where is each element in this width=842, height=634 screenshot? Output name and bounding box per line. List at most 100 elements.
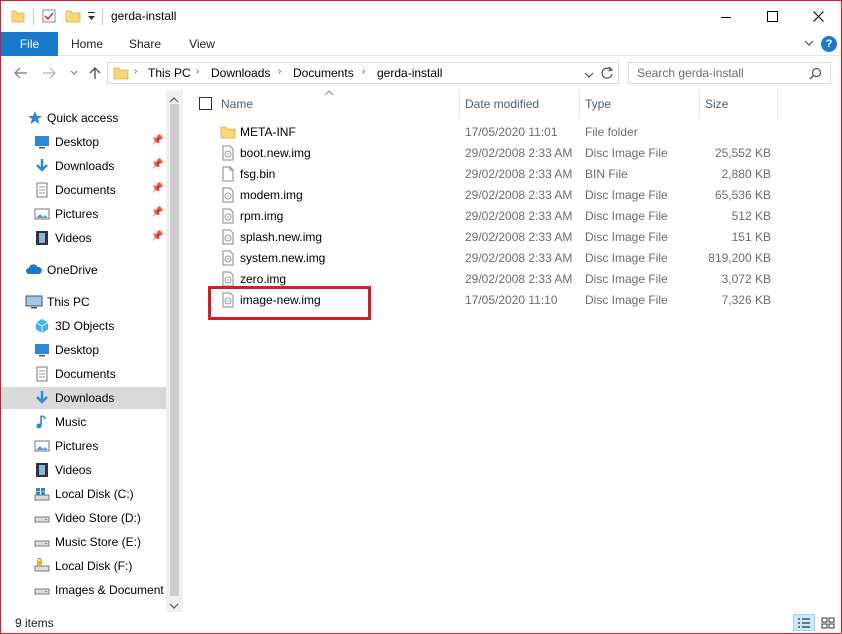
tab-share[interactable]: Share — [122, 32, 168, 56]
nav-pc-music-store-e[interactable]: Music Store (E:) — [1, 531, 166, 553]
nav-pc-music[interactable]: Music — [1, 411, 166, 433]
documents-icon — [34, 366, 50, 382]
address-bar[interactable]: › This PC › Downloads › Documents › gerd… — [107, 62, 619, 84]
desktop-icon — [34, 342, 50, 358]
maximize-button[interactable] — [749, 1, 795, 32]
help-button[interactable]: ? — [821, 36, 837, 52]
nav-quick-documents[interactable]: Documents 📌 — [1, 179, 166, 201]
nav-label: Local Disk (F:) — [55, 559, 133, 573]
nav-pc-video-store-d[interactable]: Video Store (D:) — [1, 507, 166, 529]
nav-pc-documents[interactable]: Documents — [1, 363, 166, 385]
breadcrumb-documents[interactable]: Documents — [293, 66, 354, 80]
nav-scrollbar-thumb[interactable] — [170, 104, 179, 596]
file-date: 17/05/2020 11:10 — [465, 293, 558, 307]
nav-pc-downloads[interactable]: Downloads — [1, 387, 166, 409]
pin-icon[interactable]: 📌 — [151, 159, 163, 170]
music-icon — [34, 414, 50, 430]
nav-label: Music Store (E:) — [55, 535, 142, 549]
customize-toolbar-icon[interactable] — [87, 10, 96, 25]
breadcrumb-separator-icon[interactable]: › — [278, 66, 281, 77]
item-count: 9 items — [15, 616, 54, 630]
breadcrumb-separator-icon[interactable]: › — [134, 66, 137, 77]
nav-quick-videos[interactable]: Videos 📌 — [1, 227, 166, 249]
close-button[interactable] — [795, 1, 841, 32]
search-input[interactable]: Search gerda-install — [628, 62, 831, 84]
tab-file[interactable]: File — [1, 32, 58, 56]
nav-pc-desktop[interactable]: Desktop — [1, 339, 166, 361]
column-header-size[interactable]: Size — [700, 90, 776, 118]
large-icons-view-button[interactable] — [817, 614, 839, 631]
nav-pc-pictures[interactable]: Pictures — [1, 435, 166, 457]
address-dropdown-icon[interactable] — [584, 68, 594, 82]
scroll-up-icon[interactable] — [169, 93, 179, 107]
desktop-icon — [34, 134, 50, 150]
videos-icon — [34, 230, 50, 246]
nav-pc-images-documents[interactable]: Images & Document — [1, 579, 166, 601]
up-button[interactable] — [86, 64, 104, 82]
file-date: 29/02/2008 2:33 AM — [465, 251, 573, 265]
nav-label: Desktop — [55, 343, 100, 357]
tab-view[interactable]: View — [179, 32, 225, 56]
tab-home[interactable]: Home — [64, 32, 110, 56]
folder-icon — [11, 8, 25, 27]
nav-pc-videos[interactable]: Videos — [1, 459, 166, 481]
navigation-pane: Quick access Desktop 📌 Downloads 📌 Docum… — [1, 90, 183, 612]
scroll-down-icon[interactable] — [169, 599, 179, 613]
nav-onedrive[interactable]: OneDrive — [1, 259, 166, 281]
nav-this-pc[interactable]: This PC — [1, 291, 166, 313]
file-row[interactable]: system.new.img 29/02/2008 2:33 AM Disc I… — [207, 248, 827, 269]
pin-icon[interactable]: 📌 — [151, 231, 163, 242]
breadcrumb-gerda-install[interactable]: gerda-install — [377, 66, 442, 80]
3d-objects-icon — [34, 318, 50, 334]
nav-pc-local-disk-c[interactable]: Local Disk (C:) — [1, 483, 166, 505]
nav-label: Video Store (D:) — [55, 511, 141, 525]
file-size: 819,200 KB — [708, 251, 771, 265]
breadcrumb-downloads[interactable]: Downloads — [211, 66, 270, 80]
nav-quick-access[interactable]: Quick access — [1, 107, 166, 129]
forward-button[interactable] — [40, 64, 58, 82]
properties-icon[interactable] — [41, 8, 57, 27]
disc-image-icon — [220, 229, 236, 245]
breadcrumb-separator-icon[interactable]: › — [196, 66, 199, 77]
pin-icon[interactable]: 📌 — [151, 207, 163, 218]
computer-icon — [25, 294, 43, 310]
breadcrumb-separator-icon[interactable]: › — [362, 66, 365, 77]
file-row[interactable]: rpm.img 29/02/2008 2:33 AM Disc Image Fi… — [207, 206, 827, 227]
file-size: 3,072 KB — [721, 272, 771, 286]
column-header-date[interactable]: Date modified — [460, 90, 578, 118]
file-row[interactable]: META-INF 17/05/2020 11:01 File folder — [207, 122, 827, 143]
column-header-type[interactable]: Type — [580, 90, 698, 118]
refresh-icon[interactable] — [600, 66, 614, 83]
nav-label: This PC — [47, 295, 90, 309]
locked-drive-icon — [34, 558, 50, 574]
column-label: Name — [221, 97, 254, 111]
file-row[interactable]: fsg.bin 29/02/2008 2:33 AM BIN File 2,88… — [207, 164, 827, 185]
file-type: Disc Image File — [585, 188, 668, 202]
new-folder-icon[interactable] — [65, 8, 81, 27]
file-row[interactable]: splash.new.img 29/02/2008 2:33 AM Disc I… — [207, 227, 827, 248]
minimize-button[interactable] — [703, 1, 749, 32]
expand-ribbon-icon[interactable] — [803, 37, 815, 52]
nav-pc-3d-objects[interactable]: 3D Objects — [1, 315, 166, 337]
search-icon[interactable] — [809, 67, 822, 83]
file-name: modem.img — [240, 188, 303, 202]
breadcrumb-this-pc[interactable]: This PC — [148, 66, 191, 80]
pin-icon[interactable]: 📌 — [151, 135, 163, 146]
back-button[interactable] — [12, 64, 30, 82]
nav-quick-downloads[interactable]: Downloads 📌 — [1, 155, 166, 177]
nav-quick-desktop[interactable]: Desktop 📌 — [1, 131, 166, 153]
file-row[interactable]: image-new.img 17/05/2020 11:10 Disc Imag… — [207, 290, 827, 311]
nav-pc-local-disk-f[interactable]: Local Disk (F:) — [1, 555, 166, 577]
column-label: Date modified — [465, 97, 540, 111]
pin-icon[interactable]: 📌 — [151, 183, 163, 194]
file-row[interactable]: boot.new.img 29/02/2008 2:33 AM Disc Ima… — [207, 143, 827, 164]
nav-quick-pictures[interactable]: Pictures 📌 — [1, 203, 166, 225]
file-type: Disc Image File — [585, 146, 668, 160]
recent-locations-button[interactable] — [65, 64, 83, 82]
file-size: 7,326 KB — [721, 293, 771, 307]
column-header-name[interactable]: Name — [217, 90, 457, 118]
details-view-button[interactable] — [793, 614, 815, 631]
file-row[interactable]: zero.img 29/02/2008 2:33 AM Disc Image F… — [207, 269, 827, 290]
select-all-checkbox[interactable] — [199, 97, 212, 110]
file-row[interactable]: modem.img 29/02/2008 2:33 AM Disc Image … — [207, 185, 827, 206]
